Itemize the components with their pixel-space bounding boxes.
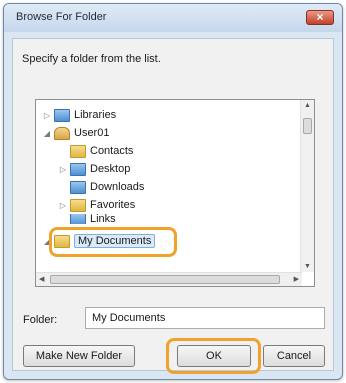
close-button[interactable]: × [306, 10, 334, 25]
tree-item-label: Downloads [90, 181, 145, 193]
browse-for-folder-dialog: Browse For Folder × Specify a folder fro… [3, 3, 343, 380]
tree-item-downloads[interactable]: Downloads [58, 178, 144, 196]
tree-item-label: Favorites [90, 199, 136, 211]
scroll-up-arrow-icon[interactable]: ▲ [301, 102, 314, 109]
tree-item-label: Contacts [90, 145, 134, 157]
favorites-folder-icon [70, 198, 86, 212]
expand-arrow-icon[interactable]: ▷ [58, 165, 68, 174]
collapse-arrow-icon[interactable]: ◢ [42, 129, 52, 138]
highlight-ring-my-documents [49, 227, 177, 257]
tree-item-contacts[interactable]: Contacts [58, 142, 133, 160]
expand-arrow-icon[interactable]: ▷ [42, 111, 52, 120]
desktop-folder-icon [70, 162, 86, 176]
tree-item-label: Links [90, 214, 116, 224]
expand-arrow-icon[interactable]: ▷ [58, 201, 68, 210]
dialog-client-area: Specify a folder from the list. ▷ Librar… [12, 38, 334, 374]
downloads-folder-icon [70, 180, 86, 194]
folder-field-label: Folder: [23, 314, 58, 326]
contacts-folder-icon [70, 144, 86, 158]
vertical-scroll-thumb[interactable] [303, 118, 312, 134]
scroll-right-arrow-icon[interactable]: ▶ [294, 275, 299, 283]
horizontal-scrollbar[interactable]: ◀ ▶ [36, 272, 302, 286]
tree-item-favorites[interactable]: ▷ Favorites [58, 196, 135, 214]
links-folder-icon [70, 214, 86, 224]
highlight-ring-ok [166, 338, 261, 374]
tree-item-label: User01 [74, 127, 110, 139]
instruction-text: Specify a folder from the list. [22, 53, 161, 65]
cancel-button[interactable]: Cancel [263, 345, 325, 367]
scroll-left-arrow-icon[interactable]: ◀ [39, 275, 44, 283]
tree-item-desktop[interactable]: ▷ Desktop [58, 160, 130, 178]
horizontal-scroll-thumb[interactable] [50, 275, 280, 284]
scroll-down-arrow-icon[interactable]: ▼ [301, 263, 314, 270]
libraries-folder-icon [54, 108, 70, 122]
window-title: Browse For Folder [16, 11, 107, 23]
folder-tree[interactable]: ▷ Libraries ◢ User01 Contacts ▷ Desktop [35, 99, 315, 287]
tree-item-user01[interactable]: ◢ User01 [42, 124, 109, 142]
title-bar[interactable]: Browse For Folder × [4, 4, 342, 32]
tree-item-label: Libraries [74, 109, 117, 121]
tree-item-links[interactable]: Links [58, 214, 116, 224]
vertical-scrollbar[interactable]: ▲ ▼ [300, 100, 314, 272]
tree-item-libraries[interactable]: ▷ Libraries [42, 106, 116, 124]
tree-item-label: Desktop [90, 163, 131, 175]
folder-name-input[interactable] [85, 307, 325, 329]
close-icon: × [316, 10, 324, 24]
user-folder-icon [54, 126, 70, 140]
make-new-folder-button[interactable]: Make New Folder [23, 345, 135, 367]
